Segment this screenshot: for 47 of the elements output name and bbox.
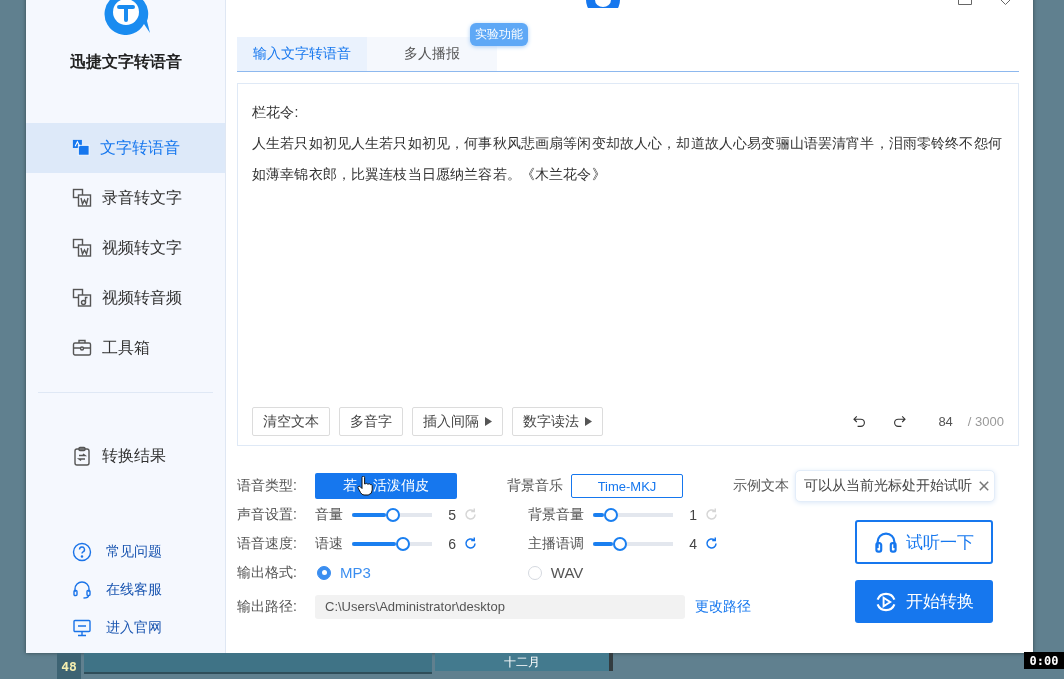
slider-value: 4 [688,535,697,552]
setting-label: 声音设置: [237,505,298,524]
toolbar-button[interactable]: 数字读法 [512,407,603,436]
setting-label: 语音速度: [237,534,298,553]
setting-label: 输出路径: [237,597,298,616]
char-limit: / 3000 [967,414,1004,429]
sidebar-link[interactable]: 进入官网 [26,609,225,647]
sidebar-item[interactable]: 录音转文字 [26,173,225,223]
setting-label: 音量 [315,505,344,524]
sidebar-item[interactable]: 转换结果 [26,431,225,481]
setting-label: 主播语调 [528,534,585,553]
setting-label: 语速 [315,534,344,553]
editor-text: 人生若只如初见人生若只如初见，何事秋风悲画扇等闲变却故人心，却道故人心易变骊山语罢清宵半，泪雨零铃终不怨何如薄幸锦衣郎，比翼连枝当日愿纳兰容若。《木兰花令》 [252,134,1003,184]
setting-label: 示例文本 [733,477,789,495]
sidebar-item[interactable]: 工具箱 [26,323,225,373]
text-editor[interactable]: 栏花令: 人生若只如初见人生若只如初见，何事秋风悲画扇等闲变却故人心，却道故人心易变骊山语罢清宵半，泪雨零铃终不怨何如薄幸锦衣郎，比翼连枝当日愿纳兰容若。《木兰花令》 清空文本 多音字 插入间隔 数字读法 84 / 3000 [237,83,1019,446]
toolbar-button[interactable]: 插入间隔 [412,407,503,436]
sidebar-link[interactable]: 常见问题 [26,533,225,571]
music-button[interactable]: Time-MKJ [571,474,683,498]
tab[interactable]: 输入文字转语音 [237,37,367,71]
toolbar-button[interactable]: 多音字 [339,407,403,436]
app-title: 迅捷文字转语音 [69,52,182,72]
listen-button[interactable]: 试听一下 [855,520,993,564]
voice-type-button[interactable]: 若 活泼俏皮 [315,473,457,499]
sidebar-item[interactable]: 视频转音频 [26,273,225,323]
timer: 0:00 [1024,652,1064,669]
setting-label: 背景音乐 [507,477,563,495]
editor-text: 栏花令: [252,103,300,122]
sidebar-link[interactable]: 在线客服 [26,571,225,609]
slider-value: 6 [447,535,456,552]
row-number: 48 [57,653,81,679]
change-path-link[interactable]: 更改路径 [695,597,751,616]
tooltip-text: 可以从当前光标处开始试听 [804,477,972,495]
path-field[interactable]: C:\Users\Administrator\desktop [315,594,685,619]
start-button[interactable]: 开始转换 [855,580,993,623]
sidebar-item[interactable]: 视频转文字 [26,223,225,273]
month-header: 十二月 [435,653,613,671]
badge: 实验功能 [470,23,528,46]
sidebar-item[interactable]: 文字转语音 [26,123,225,173]
slider-value: 5 [447,506,456,523]
toolbar-button[interactable]: 清空文本 [252,407,330,436]
setting-label: 语音类型: [237,477,298,495]
format-radio[interactable]: WAV [527,564,584,581]
setting-label: 输出格式: [237,563,298,582]
char-count: 84 [938,414,953,429]
setting-label: 背景音量 [528,505,585,524]
slider-value: 1 [688,506,697,523]
